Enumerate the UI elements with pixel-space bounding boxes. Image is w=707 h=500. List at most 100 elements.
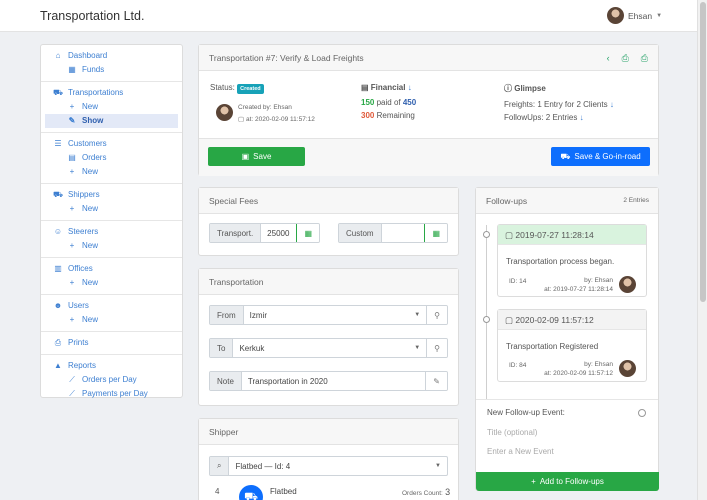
followups-info: FollowUps: 2 Entries (504, 113, 578, 122)
save-and-go-button[interactable]: ⛟ Save & Go-in-road (551, 147, 650, 166)
note-input[interactable]: Transportation in 2020 (242, 372, 425, 390)
followup-entry: ▢ 2020-02-09 11:57:12 Transportation Reg… (497, 309, 647, 382)
urgent-radio[interactable] (638, 409, 646, 417)
card-header: Special Fees (199, 188, 458, 214)
from-label: From (210, 306, 244, 324)
paid-value: 150 (361, 98, 375, 107)
calendar-icon: ▢ (505, 230, 516, 240)
sidebar-item-transportations-show[interactable]: ✎ Show (45, 114, 178, 128)
followup-by: by: Ehsan (584, 277, 613, 284)
followups-title: Follow-ups (486, 196, 528, 206)
chevron-down-icon[interactable]: ▼ (435, 457, 447, 475)
orders-count: Orders Count: 3 (402, 487, 451, 497)
transport-fee-group: Transport. 25000 ▦ (209, 223, 320, 243)
sidebar-item-orders[interactable]: ▤ Orders (41, 151, 182, 165)
shipper-select-group: ⌕ Flatbed — Id: 4 ▼ (209, 456, 448, 476)
info-icon: ⓘ (504, 84, 515, 93)
transport-fee-label: Transport. (210, 224, 262, 242)
created-by: Created by: Ehsan (238, 104, 292, 111)
arrow-down-icon[interactable]: ↓ (610, 100, 614, 109)
sidebar-item-users-new[interactable]: + New (41, 313, 182, 327)
sidebar-item-offices-new[interactable]: + New (41, 276, 182, 290)
sidebar-item-reports[interactable]: ▲ Reports (41, 359, 182, 373)
sidebar-item-payments-per-day[interactable]: ⟋ Payments per Day (41, 387, 182, 401)
to-select[interactable]: Kerkuk (233, 339, 414, 357)
sidebar-item-customers[interactable]: ☰ Customers (41, 137, 182, 151)
sidebar-item-shippers-new[interactable]: + New (41, 202, 182, 216)
to-select-group: To Kerkuk ▼ ⚲ (209, 338, 448, 358)
sidebar-item-funds[interactable]: ▦ Funds (41, 63, 182, 77)
created-at: ▢ at: 2020-02-09 11:57:12 (238, 116, 315, 123)
followup-date: ▢ 2020-02-09 11:57:12 (498, 310, 646, 330)
truck-icon: ⛟ (560, 151, 571, 161)
arrow-down-icon[interactable]: ↓ (580, 113, 584, 122)
followup-text: Transportation Registered (506, 342, 599, 351)
to-label: To (210, 339, 234, 357)
from-select[interactable]: Izmir (244, 306, 415, 324)
database-icon: ☰ (54, 139, 62, 148)
card-header: Transportation (199, 269, 458, 295)
user-icon: ☺ (53, 227, 63, 236)
new-followup-label: New Follow-up Event: (487, 408, 565, 417)
printer-icon[interactable]: ⎙ (641, 45, 648, 71)
transportation-route-card: Transportation From Izmir ▼ ⚲ To Kerkuk … (198, 268, 459, 406)
chevron-down-icon: ▼ (656, 12, 663, 19)
arrow-down-icon[interactable]: ↓ (408, 83, 412, 92)
chevron-down-icon[interactable]: ▼ (414, 339, 426, 357)
plus-icon: + (69, 204, 75, 213)
custom-fee-input[interactable] (382, 224, 425, 242)
calculator-icon[interactable]: ▦ (424, 224, 447, 242)
bank-icon: ▦ (68, 65, 76, 74)
sidebar-item-customers-new[interactable]: + New (41, 165, 182, 179)
sidebar-item-shippers[interactable]: ⛟ Shippers (41, 188, 182, 202)
sidebar-item-offices[interactable]: ▥ Offices (41, 262, 182, 276)
home-icon: ⌂ (55, 51, 61, 60)
status-block: Status: Created (210, 83, 264, 94)
sidebar-item-orders-per-day[interactable]: ⟋ Orders per Day (41, 373, 182, 387)
map-pin-icon[interactable]: ⚲ (426, 339, 447, 357)
brand-title[interactable]: Transportation Ltd. (40, 9, 144, 23)
sidebar-item-transportations[interactable]: ⛟ Transportations (41, 86, 182, 100)
avatar (619, 276, 636, 293)
shipper-card: Shipper ⌕ Flatbed — Id: 4 ▼ 4 ⛟ Flatbed … (198, 418, 459, 500)
note-label: Note (210, 372, 242, 390)
add-followup-button[interactable]: + Add to Follow-ups (476, 472, 659, 491)
followup-event-textarea[interactable]: Enter a New Event (487, 447, 554, 456)
sidebar-item-steerers-new[interactable]: + New (41, 239, 182, 253)
sidebar-item-transportations-new[interactable]: + New (41, 100, 182, 114)
calendar-icon: ▢ (238, 116, 246, 123)
print-icon: ⎙ (54, 338, 62, 347)
card-header: Transportation #7: Verify & Load Freight… (199, 45, 658, 71)
truck-icon: ⛟ (239, 485, 263, 500)
followup-title-input[interactable]: Title (optional) (487, 428, 537, 437)
user-menu[interactable]: Ehsan ▼ (607, 7, 662, 24)
sidebar-item-users[interactable]: ☻ Users (41, 299, 182, 313)
sidebar-item-dashboard[interactable]: ⌂ Dashboard (41, 49, 182, 63)
calculator-icon[interactable]: ▦ (296, 224, 319, 242)
page-scrollbar[interactable] (697, 0, 707, 500)
page-title: Transportation #7: Verify & Load Freight… (209, 53, 364, 63)
save-button[interactable]: ▣ Save (208, 147, 305, 166)
shipper-name: Flatbed (270, 487, 297, 496)
special-fees-card: Special Fees Transport. 25000 ▦ Custom ▦ (198, 187, 459, 256)
created-info: Created by: Ehsan ▢ at: 2020-02-09 11:57… (238, 104, 315, 123)
followup-entry: ▢ 2019-07-27 11:28:14 Transportation pro… (497, 224, 647, 297)
followup-date: ▢ 2019-07-27 11:28:14 (498, 225, 646, 245)
transport-fee-input[interactable]: 25000 (261, 224, 296, 242)
calendar-icon: ▢ (505, 315, 516, 325)
plus-icon: + (69, 278, 75, 287)
chevron-down-icon[interactable]: ▼ (414, 306, 426, 324)
map-pin-icon[interactable]: ⚲ (426, 306, 447, 324)
chevron-left-icon[interactable]: ‹ (607, 45, 610, 71)
freights-info: Freights: 1 Entry for 2 Clients (504, 100, 608, 109)
shipper-select[interactable]: Flatbed — Id: 4 (229, 457, 435, 475)
user-name: Ehsan (628, 10, 653, 21)
pencil-icon[interactable]: ✎ (425, 372, 447, 390)
sidebar-item-steerers[interactable]: ☺ Steerers (41, 225, 182, 239)
print-icon[interactable]: ⎙ (622, 45, 629, 71)
money-icon: ▤ (361, 83, 371, 92)
avatar (216, 104, 233, 121)
remaining-value: 300 (361, 111, 375, 120)
sidebar-item-prints[interactable]: ⎙ Prints (41, 336, 182, 350)
status-badge: Created (237, 84, 264, 94)
